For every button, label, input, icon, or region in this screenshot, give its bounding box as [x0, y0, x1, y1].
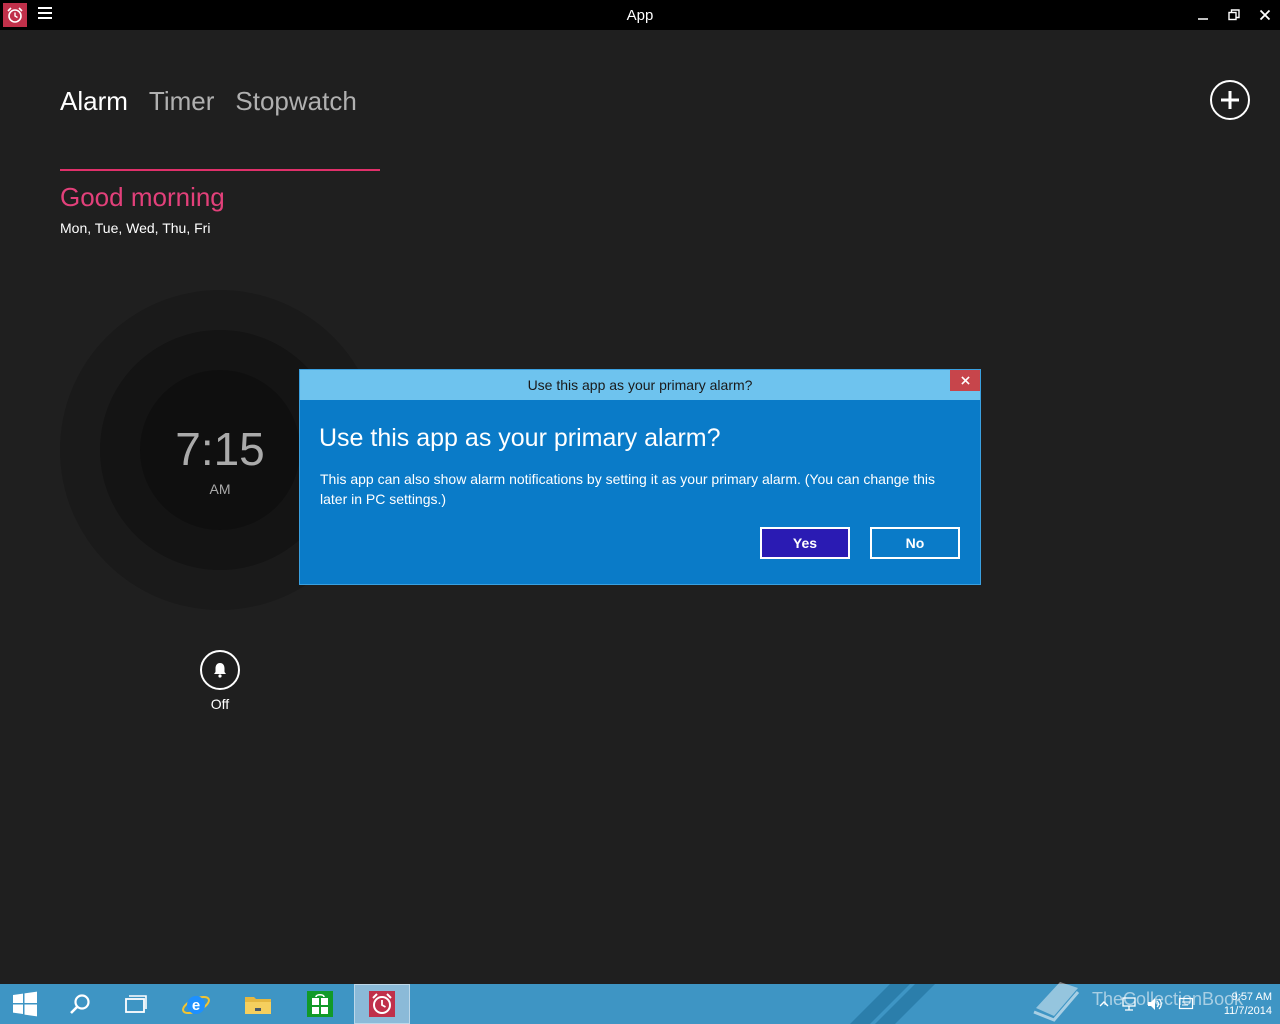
internet-explorer-icon: e [182, 995, 210, 1015]
minimize-button[interactable] [1187, 0, 1219, 30]
task-view-icon [125, 995, 147, 1013]
file-explorer-icon [245, 997, 271, 1014]
dialog-heading: Use this app as your primary alarm? [319, 424, 721, 452]
dialog-close-button[interactable] [950, 370, 980, 391]
alarm-state-label: Off [210, 696, 230, 712]
svg-text:e: e [192, 997, 200, 1014]
plus-icon [1221, 91, 1239, 109]
alarm-ampm: AM [209, 481, 231, 497]
alarms-app-button[interactable] [354, 984, 410, 1024]
taskbar: e 9:57 AM 11/7/2014 [0, 984, 1280, 1024]
alarm-toggle-button[interactable] [200, 650, 240, 690]
watermark-book-logo [1030, 978, 1082, 1024]
bell-icon [214, 663, 226, 678]
store-button[interactable] [292, 984, 348, 1024]
alarms-app-icon [369, 991, 395, 1017]
dialog-title-bar: Use this app as your primary alarm? [300, 370, 980, 400]
tab-stopwatch[interactable]: Stopwatch [235, 86, 356, 117]
restore-button[interactable] [1218, 0, 1250, 30]
add-alarm-button[interactable] [1210, 80, 1250, 120]
no-button[interactable]: No [870, 527, 960, 559]
windows-start-icon [13, 991, 37, 1017]
tab-timer[interactable]: Timer [149, 86, 214, 117]
store-icon [307, 991, 333, 1017]
alarm-divider [60, 169, 380, 171]
dialog-body: This app can also show alarm notificatio… [320, 471, 936, 507]
alarm-name[interactable]: Good morning [60, 182, 225, 213]
minimize-icon [1198, 18, 1208, 20]
tab-bar: Alarm Timer Stopwatch [60, 86, 357, 117]
search-icon [70, 994, 90, 1014]
primary-alarm-dialog: Use this app as your primary alarm? Use … [299, 369, 981, 585]
task-view-button[interactable] [108, 984, 164, 1024]
restore-icon [1228, 9, 1240, 21]
yes-button[interactable]: Yes [760, 527, 850, 559]
alarm-days: Mon, Tue, Wed, Thu, Fri [60, 220, 211, 236]
alarm-time: 7:15 [175, 423, 265, 475]
start-button[interactable] [0, 984, 50, 1024]
close-button[interactable] [1249, 0, 1280, 30]
watermark-text: TheCollectionBook [1092, 989, 1244, 1009]
dialog-title: Use this app as your primary alarm? [527, 377, 753, 393]
title-bar: App [0, 0, 1280, 30]
tab-alarm[interactable]: Alarm [60, 86, 128, 117]
file-explorer-button[interactable] [230, 984, 286, 1024]
close-icon [960, 376, 970, 385]
window-title: App [626, 7, 654, 24]
search-button[interactable] [52, 984, 108, 1024]
internet-explorer-button[interactable]: e [168, 984, 224, 1024]
close-icon [1259, 9, 1271, 21]
